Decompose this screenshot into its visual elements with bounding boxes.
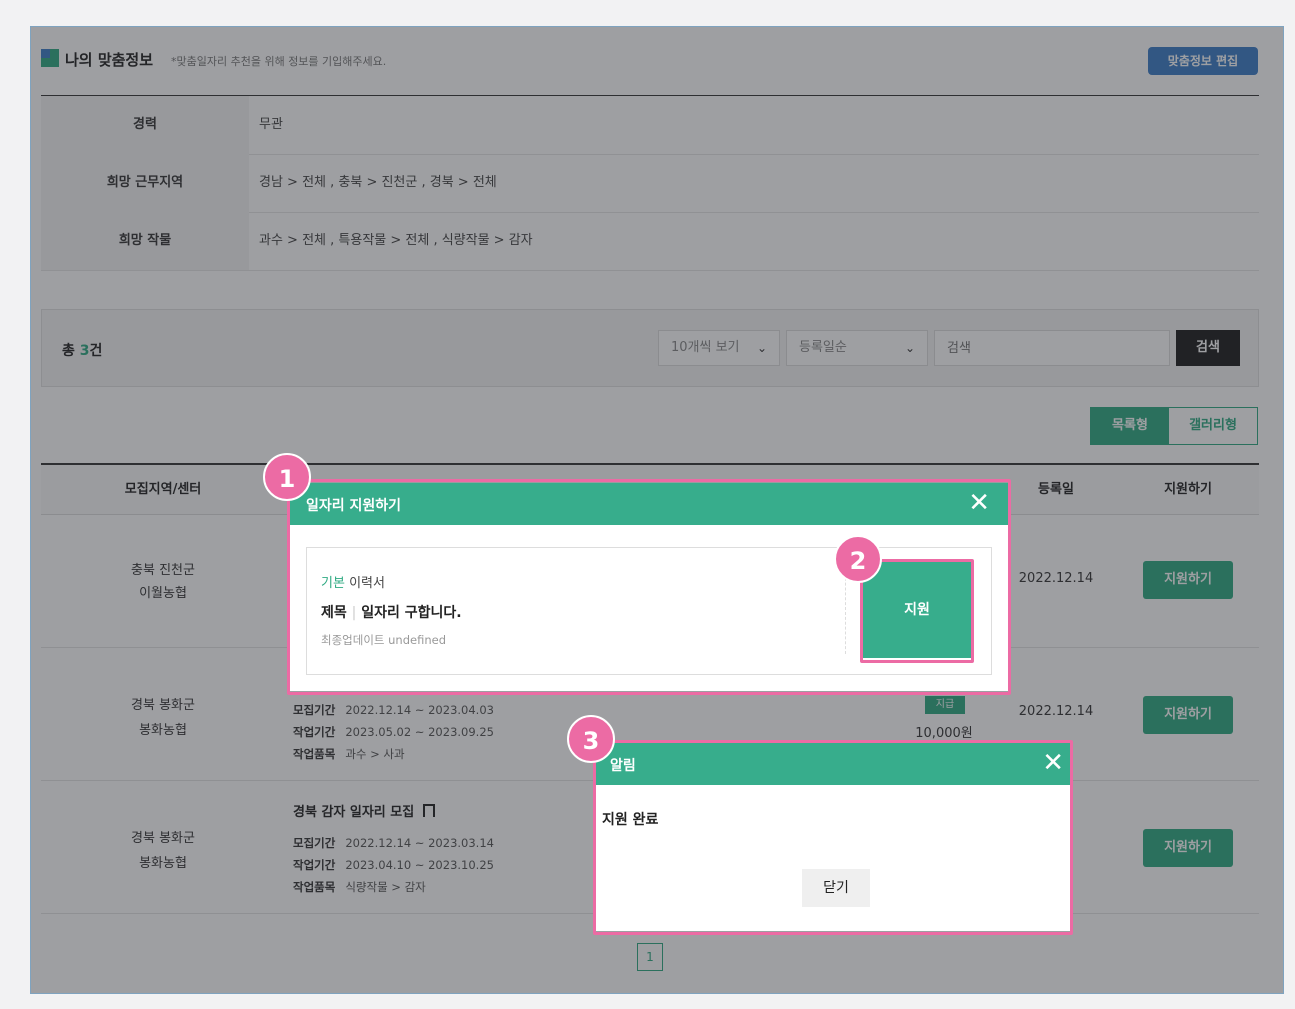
callout-highlight-3 — [593, 740, 1073, 935]
callout-badge-3: 3 — [567, 715, 615, 763]
callout-badge-1: 1 — [263, 453, 311, 501]
callout-badge-2: 2 — [834, 535, 882, 583]
page-frame: 나의 맞춤정보 *맞춤일자리 추천을 위해 정보를 기입해주세요. 맞춤정보 편… — [30, 26, 1284, 994]
callout-highlight-2 — [860, 559, 974, 663]
